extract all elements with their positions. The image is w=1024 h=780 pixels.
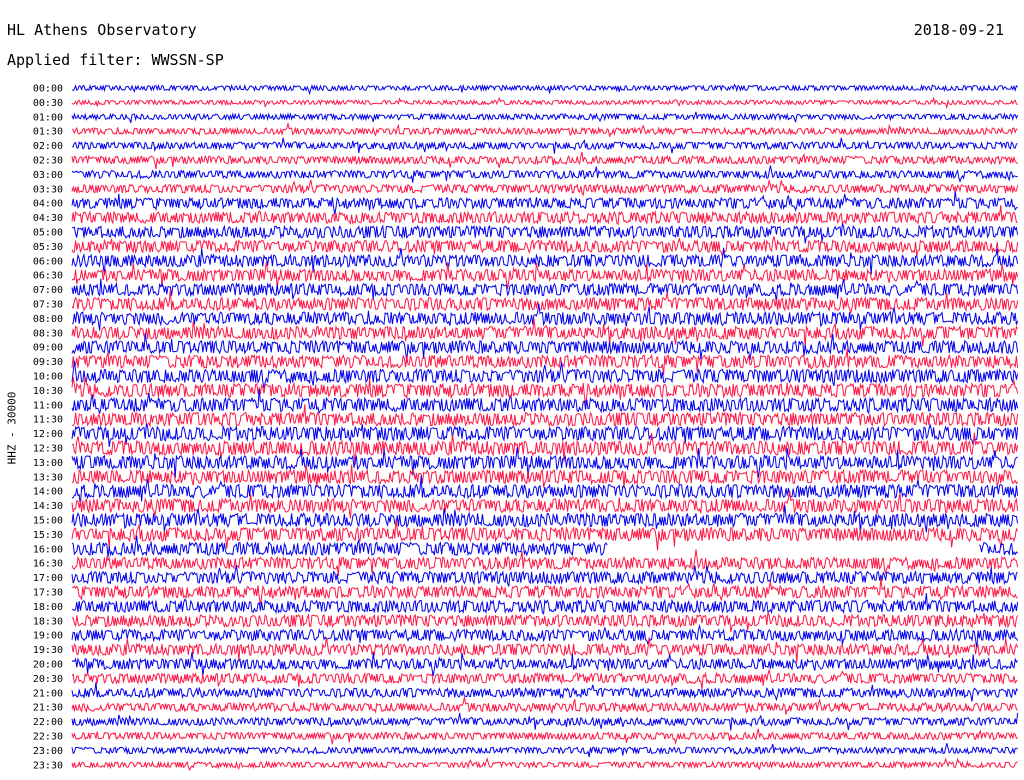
time-tick-label: 09:30	[33, 357, 63, 368]
time-tick-label: 20:30	[33, 674, 63, 685]
time-tick-label: 04:30	[33, 213, 63, 224]
time-tick-label: 15:00	[33, 516, 63, 527]
seismic-trace	[71, 519, 1019, 551]
time-tick-label: 02:30	[33, 156, 63, 167]
seismic-trace	[71, 190, 1018, 215]
time-tick-label: 18:30	[33, 616, 63, 627]
seismic-trace	[71, 223, 1019, 244]
seismic-trace	[71, 165, 1018, 183]
time-tick-label: 21:30	[33, 703, 63, 714]
time-tick-label: 14:00	[33, 487, 63, 498]
time-tick-label: 00:30	[33, 98, 63, 109]
time-tick-label: 10:00	[33, 372, 63, 383]
time-tick-label: 07:00	[33, 285, 63, 296]
time-tick-label: 08:30	[33, 328, 63, 339]
time-tick-label: 15:30	[33, 530, 63, 541]
seismic-trace	[71, 757, 1018, 772]
seismic-trace	[71, 535, 1018, 558]
time-tick-label: 01:30	[33, 127, 63, 138]
seismic-trace	[71, 697, 1018, 715]
seismic-trace	[71, 712, 1019, 731]
time-tick-label: 17:30	[33, 588, 63, 599]
time-tick-label: 00:00	[33, 84, 63, 95]
time-tick-label: 09:00	[33, 343, 63, 354]
time-tick-label: 04:00	[33, 199, 63, 210]
time-tick-label: 03:00	[33, 170, 63, 181]
time-tick-label: 20:00	[33, 660, 63, 671]
seismic-trace	[71, 137, 1018, 154]
time-tick-label: 05:30	[33, 242, 63, 253]
time-tick-label: 05:00	[33, 228, 63, 239]
seismic-trace	[71, 743, 1018, 758]
time-tick-label: 16:00	[33, 544, 63, 555]
seismic-trace	[71, 669, 1018, 690]
seismic-trace	[71, 564, 1018, 587]
time-tick-label: 07:30	[33, 300, 63, 311]
time-tick-label: 06:30	[33, 271, 63, 282]
time-tick-label: 03:30	[33, 184, 63, 195]
time-tick-label: 13:30	[33, 472, 63, 483]
time-tick-label: 01:00	[33, 112, 63, 123]
time-tick-label: 12:00	[33, 429, 63, 440]
seismic-trace	[71, 623, 1019, 649]
time-tick-label: 10:30	[33, 386, 63, 397]
time-tick-label: 14:30	[33, 501, 63, 512]
time-tick-label: 21:00	[33, 688, 63, 699]
seismic-trace	[71, 652, 1018, 677]
time-tick-label: 19:00	[33, 631, 63, 642]
seismic-trace	[71, 682, 1018, 702]
time-tick-label: 18:00	[33, 602, 63, 613]
seismic-trace	[71, 96, 1018, 110]
time-tick-label: 19:30	[33, 645, 63, 656]
time-tick-label: 02:00	[33, 141, 63, 152]
time-tick-label: 17:00	[33, 573, 63, 584]
seismic-trace	[71, 121, 1018, 137]
time-tick-label: 22:00	[33, 717, 63, 728]
seismic-trace	[71, 236, 1019, 257]
seismic-trace	[71, 464, 1018, 489]
time-tick-label: 06:00	[33, 256, 63, 267]
seismic-trace	[71, 205, 1018, 226]
time-tick-label: 16:30	[33, 559, 63, 570]
seismic-trace	[71, 612, 1019, 633]
time-tick-label: 12:30	[33, 444, 63, 455]
time-tick-label: 11:00	[33, 400, 63, 411]
seismic-trace	[71, 83, 1018, 96]
seismic-trace	[71, 179, 1019, 197]
seismic-trace	[71, 111, 1019, 123]
time-tick-label: 23:30	[33, 760, 63, 771]
time-tick-label: 22:30	[33, 732, 63, 743]
time-tick-label: 13:00	[33, 458, 63, 469]
seismic-trace	[71, 151, 1018, 170]
time-tick-label: 08:00	[33, 314, 63, 325]
seismic-trace	[71, 289, 1019, 314]
seismic-trace	[71, 728, 1018, 746]
time-tick-label: 11:30	[33, 415, 63, 426]
time-tick-label: 23:00	[33, 746, 63, 757]
helicorder-chart: 00:00 00:30 01:00 01:30 02:00 02:30 03:00 03:30…	[33, 83, 1019, 772]
